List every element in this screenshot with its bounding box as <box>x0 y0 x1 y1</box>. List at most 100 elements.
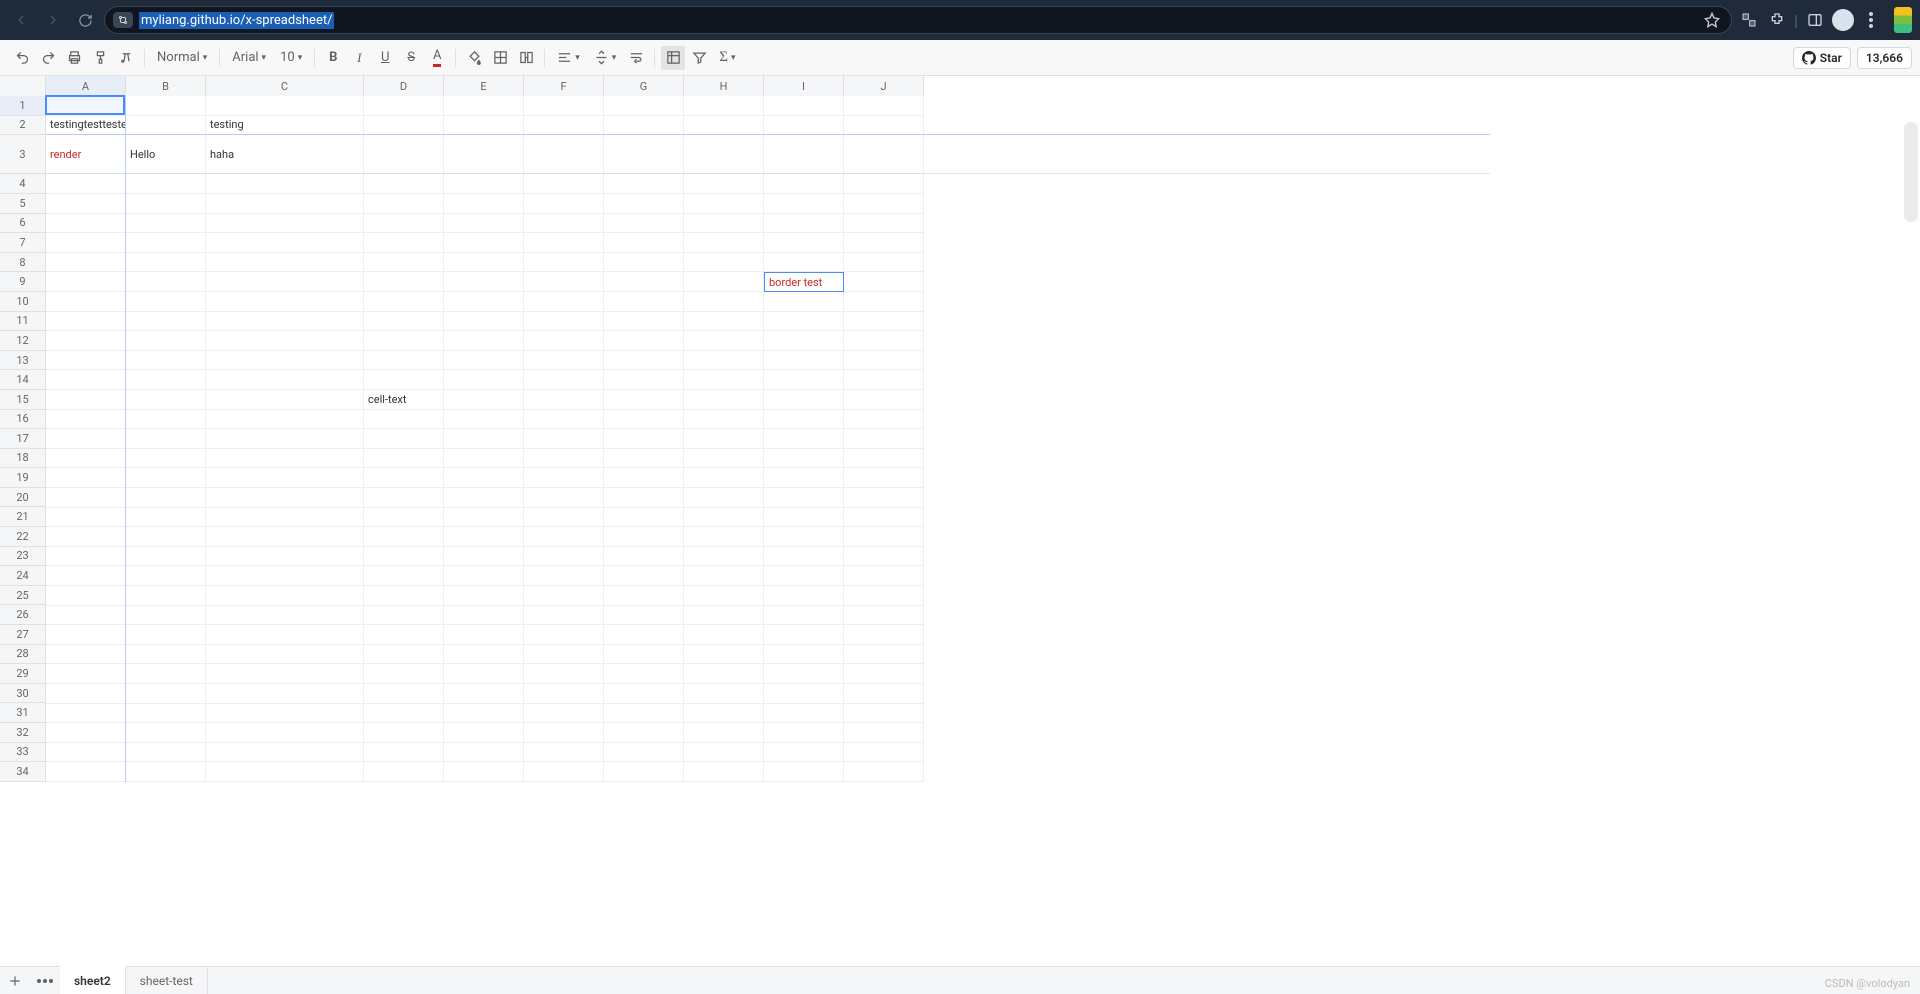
row-header-22[interactable]: 22 <box>0 527 45 547</box>
site-info-icon[interactable] <box>113 12 133 28</box>
github-star-button[interactable]: Star <box>1793 47 1851 69</box>
row-header-14[interactable]: 14 <box>0 370 45 390</box>
reload-button[interactable] <box>72 7 98 33</box>
row-header-10[interactable]: 10 <box>0 292 45 312</box>
cell-A3[interactable]: render <box>46 135 126 174</box>
github-star-count[interactable]: 13,666 <box>1857 47 1912 69</box>
row-header-4[interactable]: 4 <box>0 174 45 194</box>
cell-D15[interactable]: cell-text <box>364 390 444 410</box>
spreadsheet-grid[interactable]: ABCDEFGHIJ 12345678910111213141516171819… <box>0 76 1920 966</box>
row-header-23[interactable]: 23 <box>0 547 45 567</box>
row-header-3[interactable]: 3 <box>0 135 45 174</box>
column-header-C[interactable]: C <box>206 76 364 96</box>
cell-B3[interactable]: Hello <box>126 135 206 174</box>
row-header-9[interactable]: 9 <box>0 272 45 292</box>
column-header-G[interactable]: G <box>604 76 684 96</box>
column-header-B[interactable]: B <box>126 76 206 96</box>
row-header-11[interactable]: 11 <box>0 312 45 332</box>
add-sheet-button[interactable] <box>0 967 30 994</box>
functions-dropdown[interactable]: Σ▾ <box>713 46 741 70</box>
row-header-24[interactable]: 24 <box>0 566 45 586</box>
freeze-button[interactable] <box>661 46 685 70</box>
translate-icon[interactable] <box>1738 9 1760 31</box>
strikethrough-button[interactable]: S <box>399 46 423 70</box>
column-header-F[interactable]: F <box>524 76 604 96</box>
font-size-dropdown[interactable]: 10▾ <box>274 46 308 70</box>
row-header-6[interactable]: 6 <box>0 214 45 234</box>
cell-A2[interactable]: testingtesttestets <box>46 116 126 136</box>
borders-button[interactable] <box>488 46 512 70</box>
redo-button[interactable] <box>36 46 60 70</box>
underline-button[interactable]: U <box>373 46 397 70</box>
paint-format-button[interactable] <box>88 46 112 70</box>
menu-icon[interactable] <box>1860 9 1882 31</box>
side-panel-icon[interactable] <box>1804 9 1826 31</box>
row-header-19[interactable]: 19 <box>0 468 45 488</box>
row-header-26[interactable]: 26 <box>0 605 45 625</box>
column-header-A[interactable]: A <box>46 76 126 96</box>
row-header-34[interactable]: 34 <box>0 762 45 782</box>
github-widget: Star 13,666 <box>1793 47 1912 69</box>
column-header-D[interactable]: D <box>364 76 444 96</box>
column-header-E[interactable]: E <box>444 76 524 96</box>
selection-indicator <box>45 95 125 115</box>
row-header-27[interactable]: 27 <box>0 625 45 645</box>
row-header-5[interactable]: 5 <box>0 194 45 214</box>
divider <box>314 49 315 67</box>
select-all-corner[interactable] <box>0 76 46 96</box>
format-dropdown[interactable]: Normal▾ <box>151 46 213 70</box>
cell-C3[interactable]: haha <box>206 135 364 174</box>
column-header-J[interactable]: J <box>844 76 924 96</box>
fill-color-button[interactable] <box>462 46 486 70</box>
row-header-33[interactable]: 33 <box>0 743 45 763</box>
row-header-28[interactable]: 28 <box>0 645 45 665</box>
vertical-scrollbar[interactable] <box>1904 122 1918 222</box>
vertical-align-dropdown[interactable]: ▾ <box>588 46 623 70</box>
clear-format-button[interactable] <box>114 46 138 70</box>
column-header-H[interactable]: H <box>684 76 764 96</box>
font-family-dropdown[interactable]: Arial ▾ <box>226 46 272 70</box>
row-header-17[interactable]: 17 <box>0 429 45 449</box>
filter-button[interactable] <box>687 46 711 70</box>
font-label: Arial <box>232 50 258 65</box>
row-header-30[interactable]: 30 <box>0 684 45 704</box>
text-wrap-button[interactable] <box>624 46 648 70</box>
column-header-I[interactable]: I <box>764 76 844 96</box>
row-header-2[interactable]: 2 <box>0 116 45 136</box>
row-header-18[interactable]: 18 <box>0 449 45 469</box>
row-header-1[interactable]: 1 <box>0 96 45 116</box>
extensions-icon[interactable] <box>1766 9 1788 31</box>
row-header-12[interactable]: 12 <box>0 331 45 351</box>
row-header-20[interactable]: 20 <box>0 488 45 508</box>
row-header-16[interactable]: 16 <box>0 410 45 430</box>
merge-cells-button[interactable] <box>514 46 538 70</box>
row-header-31[interactable]: 31 <box>0 703 45 723</box>
omnibox[interactable]: myliang.github.io/x-spreadsheet/ <box>104 6 1732 34</box>
performance-indicator <box>1894 7 1912 33</box>
sheet-list-button[interactable] <box>30 967 60 994</box>
bookmark-star-icon[interactable] <box>1701 9 1723 31</box>
row-header-21[interactable]: 21 <box>0 507 45 527</box>
forward-button[interactable] <box>40 7 66 33</box>
row-header-7[interactable]: 7 <box>0 233 45 253</box>
row-header-32[interactable]: 32 <box>0 723 45 743</box>
back-button[interactable] <box>8 7 34 33</box>
chevron-down-icon: ▾ <box>262 53 267 63</box>
row-header-8[interactable]: 8 <box>0 253 45 273</box>
undo-button[interactable] <box>10 46 34 70</box>
horizontal-align-dropdown[interactable]: ▾ <box>551 46 586 70</box>
row-header-25[interactable]: 25 <box>0 586 45 606</box>
text-color-button[interactable]: A <box>425 46 449 70</box>
italic-button[interactable]: I <box>347 46 371 70</box>
row-header-29[interactable]: 29 <box>0 664 45 684</box>
row-header-13[interactable]: 13 <box>0 351 45 371</box>
sheet-tab-sheet-test[interactable]: sheet-test <box>126 967 208 994</box>
cell-I9[interactable]: border test <box>764 272 844 292</box>
sheet-tab-sheet2[interactable]: sheet2 <box>60 966 126 994</box>
chevron-down-icon: ▾ <box>575 53 580 63</box>
profile-avatar[interactable] <box>1832 9 1854 31</box>
row-header-15[interactable]: 15 <box>0 390 45 410</box>
bold-button[interactable]: B <box>321 46 345 70</box>
print-button[interactable] <box>62 46 86 70</box>
cell-C2[interactable]: testing <box>206 116 364 136</box>
